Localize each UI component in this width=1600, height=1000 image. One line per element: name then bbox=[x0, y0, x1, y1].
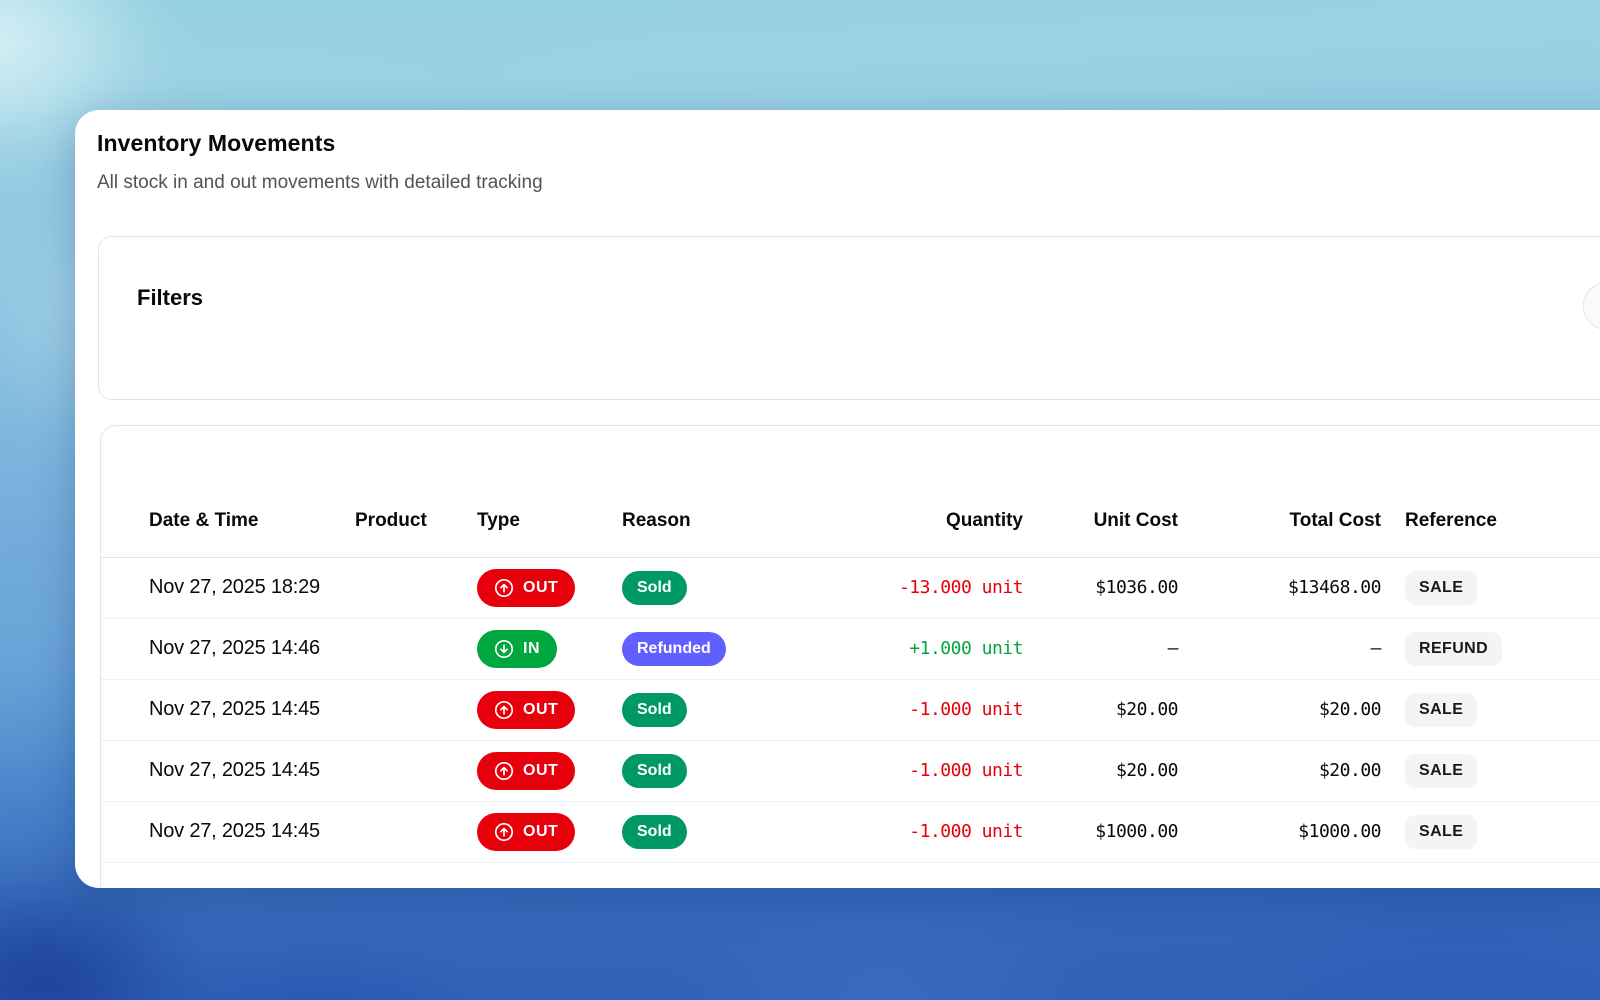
cell-datetime: Nov 27, 2025 14:45 bbox=[101, 679, 355, 741]
cell-datetime: Nov 27, 2025 18:29 bbox=[101, 557, 355, 619]
cell-datetime: Nov 27, 2025 14:45 bbox=[101, 740, 355, 802]
cell-reference: SALE bbox=[1381, 740, 1600, 802]
cell-quantity: +1.000 unit bbox=[807, 618, 1023, 680]
cell-product bbox=[355, 557, 477, 619]
cell-product bbox=[355, 801, 477, 863]
movements-table-card: Date & Time Product Type Reason Quantity… bbox=[100, 425, 1600, 888]
cell-reference: SALE bbox=[1381, 801, 1600, 863]
quantity-value: -1.000 unit bbox=[909, 821, 1023, 842]
cell-datetime: Nov 27, 2025 14:46 bbox=[101, 618, 355, 680]
arrow-circle-icon bbox=[494, 761, 514, 780]
column-header-reference: Reference bbox=[1381, 486, 1600, 558]
cell-quantity: -13.000 unit bbox=[807, 557, 1024, 619]
table-row: Nov 27, 2025 14:45 OUT Sold -1.000 unit … bbox=[101, 679, 1600, 741]
cell-reference: SALE bbox=[1381, 557, 1600, 619]
arrow-circle-icon bbox=[494, 578, 514, 597]
cell-quantity: -1.000 unit bbox=[807, 740, 1023, 802]
cell-reason: Refunded bbox=[622, 618, 807, 680]
cell-type: OUT bbox=[477, 740, 622, 802]
reference-badge: SALE bbox=[1405, 814, 1478, 849]
quantity-value: -1.000 unit bbox=[909, 760, 1023, 781]
cell-total-cost: $20.00 bbox=[1178, 679, 1382, 741]
cell-total-cost: $1000.00 bbox=[1178, 801, 1382, 863]
quantity-value: +1.000 unit bbox=[909, 638, 1023, 659]
cell-product bbox=[355, 618, 477, 680]
column-header-product: Product bbox=[355, 486, 477, 558]
cell-reason: Sold bbox=[622, 801, 807, 863]
type-badge: OUT bbox=[477, 751, 576, 790]
column-header-total-cost: Total Cost bbox=[1178, 486, 1381, 558]
table-row: Nov 27, 2025 14:46 IN Refunded +1.000 un… bbox=[101, 618, 1600, 680]
filters-card: Filters bbox=[98, 236, 1600, 400]
type-badge-label: IN bbox=[523, 639, 540, 657]
reason-badge: Sold bbox=[622, 814, 687, 849]
cell-unit-cost: $20.00 bbox=[1023, 740, 1179, 802]
cell-product bbox=[355, 740, 477, 802]
cell-unit-cost: $20.00 bbox=[1023, 679, 1179, 741]
type-badge-label: OUT bbox=[523, 578, 559, 596]
movements-table: Date & Time Product Type Reason Quantity… bbox=[101, 486, 1600, 863]
page-title: Inventory Movements bbox=[97, 130, 336, 156]
cell-quantity: -1.000 unit bbox=[807, 679, 1023, 741]
filters-clipped-button[interactable] bbox=[1583, 282, 1600, 330]
cell-reason: Sold bbox=[622, 679, 807, 741]
cell-reference: REFUND bbox=[1381, 618, 1600, 680]
cell-quantity: -1.000 unit bbox=[807, 801, 1023, 863]
cell-type: OUT bbox=[477, 557, 622, 619]
quantity-value: -13.000 unit bbox=[898, 577, 1024, 598]
arrow-circle-icon bbox=[494, 700, 514, 719]
cell-unit-cost: — bbox=[1023, 618, 1179, 680]
cell-unit-cost: $1036.00 bbox=[1023, 557, 1179, 619]
page-subtitle: All stock in and out movements with deta… bbox=[97, 172, 543, 193]
table-row: Nov 27, 2025 18:29 OUT Sold -13.000 unit… bbox=[101, 557, 1600, 619]
inventory-movements-panel: Inventory Movements All stock in and out… bbox=[75, 110, 1600, 888]
type-badge: OUT bbox=[477, 690, 576, 729]
filters-title: Filters bbox=[137, 285, 204, 310]
cell-total-cost: $13468.00 bbox=[1178, 557, 1382, 619]
type-badge: OUT bbox=[477, 812, 576, 851]
reason-badge: Sold bbox=[622, 753, 687, 788]
table-row: Nov 27, 2025 14:45 OUT Sold -1.000 unit … bbox=[101, 801, 1600, 863]
column-header-reason: Reason bbox=[622, 486, 807, 558]
cell-reason: Sold bbox=[622, 740, 807, 802]
cell-type: IN bbox=[477, 618, 622, 680]
column-header-quantity: Quantity bbox=[807, 486, 1023, 558]
cell-type: OUT bbox=[477, 679, 622, 741]
cell-reason: Sold bbox=[622, 557, 807, 619]
cell-total-cost: $20.00 bbox=[1178, 740, 1382, 802]
reference-badge: REFUND bbox=[1405, 631, 1503, 666]
cell-datetime: Nov 27, 2025 14:45 bbox=[101, 801, 355, 863]
movements-table-body: Nov 27, 2025 18:29 OUT Sold -13.000 unit… bbox=[101, 557, 1600, 863]
cell-type: OUT bbox=[477, 801, 622, 863]
reason-badge: Refunded bbox=[622, 631, 726, 666]
type-badge-label: OUT bbox=[523, 822, 559, 840]
reference-badge: SALE bbox=[1405, 753, 1478, 788]
type-badge: OUT bbox=[477, 568, 576, 607]
cell-reference: SALE bbox=[1381, 679, 1600, 741]
reference-badge: SALE bbox=[1405, 570, 1478, 605]
reason-badge: Sold bbox=[622, 692, 687, 727]
table-row: Nov 27, 2025 14:45 OUT Sold -1.000 unit … bbox=[101, 740, 1600, 802]
quantity-value: -1.000 unit bbox=[909, 699, 1023, 720]
table-header-row: Date & Time Product Type Reason Quantity… bbox=[101, 486, 1600, 558]
reason-badge: Sold bbox=[622, 570, 687, 605]
cell-unit-cost: $1000.00 bbox=[1023, 801, 1179, 863]
cell-total-cost: — bbox=[1178, 618, 1382, 680]
column-header-datetime: Date & Time bbox=[101, 486, 355, 558]
cell-product bbox=[355, 679, 477, 741]
column-header-type: Type bbox=[477, 486, 622, 558]
column-header-unit-cost: Unit Cost bbox=[1023, 486, 1178, 558]
arrow-circle-icon bbox=[494, 822, 514, 841]
type-badge-label: OUT bbox=[523, 761, 559, 779]
type-badge: IN bbox=[477, 629, 557, 668]
type-badge-label: OUT bbox=[523, 700, 559, 718]
reference-badge: SALE bbox=[1405, 692, 1478, 727]
arrow-circle-icon bbox=[494, 639, 514, 658]
